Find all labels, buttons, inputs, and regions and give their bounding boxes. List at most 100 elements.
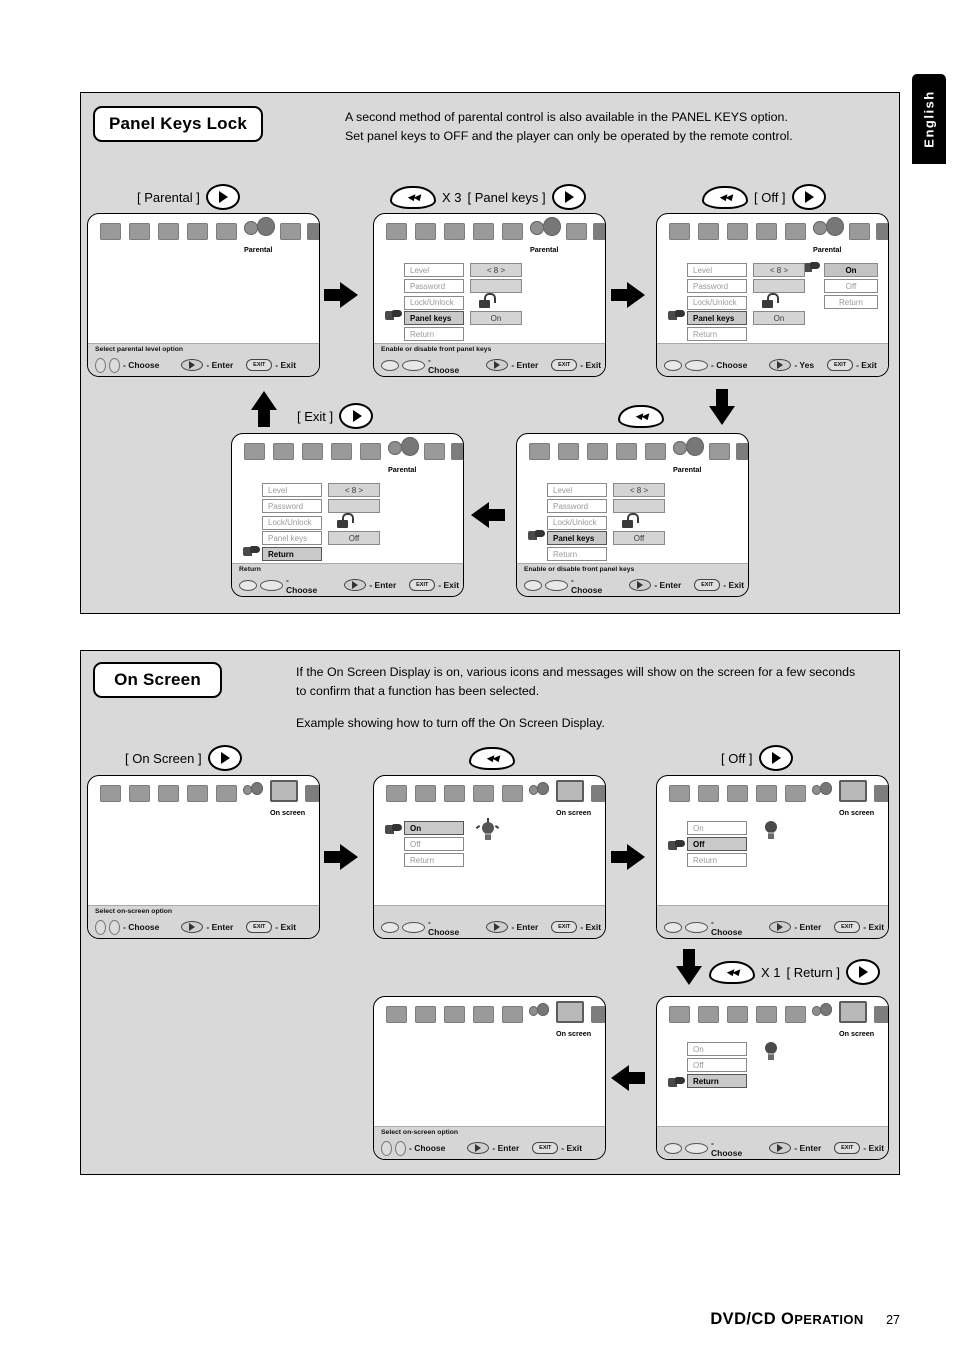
- tv-display-icon[interactable]: [415, 785, 436, 802]
- exit-icon[interactable]: [591, 1006, 605, 1023]
- menu-row-panel-keys[interactable]: Panel keys Off: [262, 531, 380, 545]
- on-screen-icon[interactable]: [556, 780, 584, 802]
- parental-icon[interactable]: [529, 779, 551, 803]
- play-icon[interactable]: [791, 184, 826, 210]
- tv-display-icon[interactable]: [415, 1006, 436, 1023]
- audio-icon[interactable]: [587, 443, 608, 460]
- exit-icon[interactable]: [874, 1006, 888, 1023]
- tv-display-icon[interactable]: [698, 223, 719, 240]
- speaker-icon[interactable]: [473, 1006, 494, 1023]
- disc-icon[interactable]: [669, 223, 690, 240]
- speaker-icon[interactable]: [616, 443, 637, 460]
- on-screen-icon[interactable]: [839, 1001, 867, 1023]
- audio-icon[interactable]: [727, 1006, 748, 1023]
- parental-icon[interactable]: [388, 437, 420, 461]
- menu-row-level[interactable]: Level < 8 >: [547, 483, 665, 497]
- tv-display-icon[interactable]: [558, 443, 579, 460]
- menu-row-return[interactable]: Return: [687, 1074, 747, 1088]
- on-screen-icon[interactable]: [424, 443, 445, 460]
- parental-icon[interactable]: [244, 217, 276, 241]
- menu-row-off[interactable]: Off: [404, 837, 464, 851]
- speaker-icon[interactable]: [331, 443, 352, 460]
- audio-icon[interactable]: [158, 785, 179, 802]
- tv-display-icon[interactable]: [698, 785, 719, 802]
- exit-icon[interactable]: [305, 785, 319, 802]
- disc-icon[interactable]: [386, 1006, 407, 1023]
- submenu-row-off[interactable]: Off: [824, 279, 878, 293]
- audio-icon[interactable]: [302, 443, 323, 460]
- speaker-icon[interactable]: [187, 785, 208, 802]
- play-icon[interactable]: [551, 184, 586, 210]
- video-icon[interactable]: [216, 223, 237, 240]
- disc-icon[interactable]: [529, 443, 550, 460]
- speaker-icon[interactable]: [187, 223, 208, 240]
- menu-row-panel-keys[interactable]: Panel keys On: [687, 311, 805, 325]
- play-icon[interactable]: [205, 184, 240, 210]
- exit-icon[interactable]: [307, 223, 319, 240]
- play-icon[interactable]: [339, 403, 374, 429]
- exit-icon[interactable]: [591, 785, 605, 802]
- on-screen-icon[interactable]: [709, 443, 730, 460]
- audio-icon[interactable]: [444, 1006, 465, 1023]
- prev-icon[interactable]: ◀◀: [469, 747, 515, 770]
- menu-row-level[interactable]: Level < 8 >: [262, 483, 380, 497]
- audio-icon[interactable]: [158, 223, 179, 240]
- tv-display-icon[interactable]: [273, 443, 294, 460]
- menu-row-password[interactable]: Password: [687, 279, 805, 293]
- menu-row-lock-unlock[interactable]: Lock/Unlock: [262, 513, 354, 530]
- parental-icon[interactable]: [530, 217, 562, 241]
- menu-row-panel-keys[interactable]: Panel keys On: [404, 311, 522, 325]
- on-screen-icon[interactable]: [270, 780, 298, 802]
- menu-row-off[interactable]: Off: [687, 837, 747, 851]
- audio-icon[interactable]: [444, 223, 465, 240]
- exit-icon[interactable]: [451, 443, 463, 460]
- tv-display-icon[interactable]: [698, 1006, 719, 1023]
- disc-icon[interactable]: [669, 1006, 690, 1023]
- parental-icon[interactable]: [529, 1000, 551, 1024]
- disc-icon[interactable]: [669, 785, 690, 802]
- parental-icon[interactable]: [673, 437, 705, 461]
- exit-icon[interactable]: [736, 443, 748, 460]
- menu-row-lock-unlock[interactable]: Lock/Unlock: [687, 293, 779, 310]
- parental-icon[interactable]: [812, 779, 834, 803]
- on-screen-icon[interactable]: [566, 223, 587, 240]
- exit-icon[interactable]: [876, 223, 888, 240]
- exit-icon[interactable]: [593, 223, 605, 240]
- speaker-icon[interactable]: [756, 1006, 777, 1023]
- parental-icon[interactable]: [812, 1000, 834, 1024]
- menu-row-return[interactable]: Return: [687, 853, 747, 867]
- tv-display-icon[interactable]: [129, 785, 150, 802]
- menu-row-on[interactable]: On: [687, 1042, 747, 1056]
- menu-row-return[interactable]: Return: [404, 327, 464, 341]
- exit-icon[interactable]: [874, 785, 888, 802]
- on-screen-icon[interactable]: [280, 223, 301, 240]
- play-icon[interactable]: [207, 745, 242, 771]
- speaker-icon[interactable]: [473, 223, 494, 240]
- menu-row-password[interactable]: Password: [262, 499, 380, 513]
- parental-icon[interactable]: [243, 779, 265, 803]
- speaker-icon[interactable]: [756, 785, 777, 802]
- submenu-row-on[interactable]: On: [824, 263, 878, 277]
- menu-row-password[interactable]: Password: [547, 499, 665, 513]
- menu-row-return[interactable]: Return: [687, 327, 747, 341]
- menu-row-password[interactable]: Password: [404, 279, 522, 293]
- audio-icon[interactable]: [727, 785, 748, 802]
- on-screen-icon[interactable]: [839, 780, 867, 802]
- audio-icon[interactable]: [727, 223, 748, 240]
- video-icon[interactable]: [216, 785, 237, 802]
- video-icon[interactable]: [785, 223, 806, 240]
- video-icon[interactable]: [502, 785, 523, 802]
- disc-icon[interactable]: [386, 785, 407, 802]
- menu-row-return[interactable]: Return: [404, 853, 464, 867]
- audio-icon[interactable]: [444, 785, 465, 802]
- menu-row-return[interactable]: Return: [547, 547, 607, 561]
- video-icon[interactable]: [785, 1006, 806, 1023]
- prev-icon[interactable]: ◀◀: [709, 960, 755, 984]
- play-icon[interactable]: [758, 745, 793, 771]
- menu-row-off[interactable]: Off: [687, 1058, 747, 1072]
- video-icon[interactable]: [785, 785, 806, 802]
- menu-row-level[interactable]: Level < 8 >: [404, 263, 522, 277]
- video-icon[interactable]: [502, 223, 523, 240]
- disc-icon[interactable]: [100, 223, 121, 240]
- menu-row-lock-unlock[interactable]: Lock/Unlock: [404, 293, 496, 310]
